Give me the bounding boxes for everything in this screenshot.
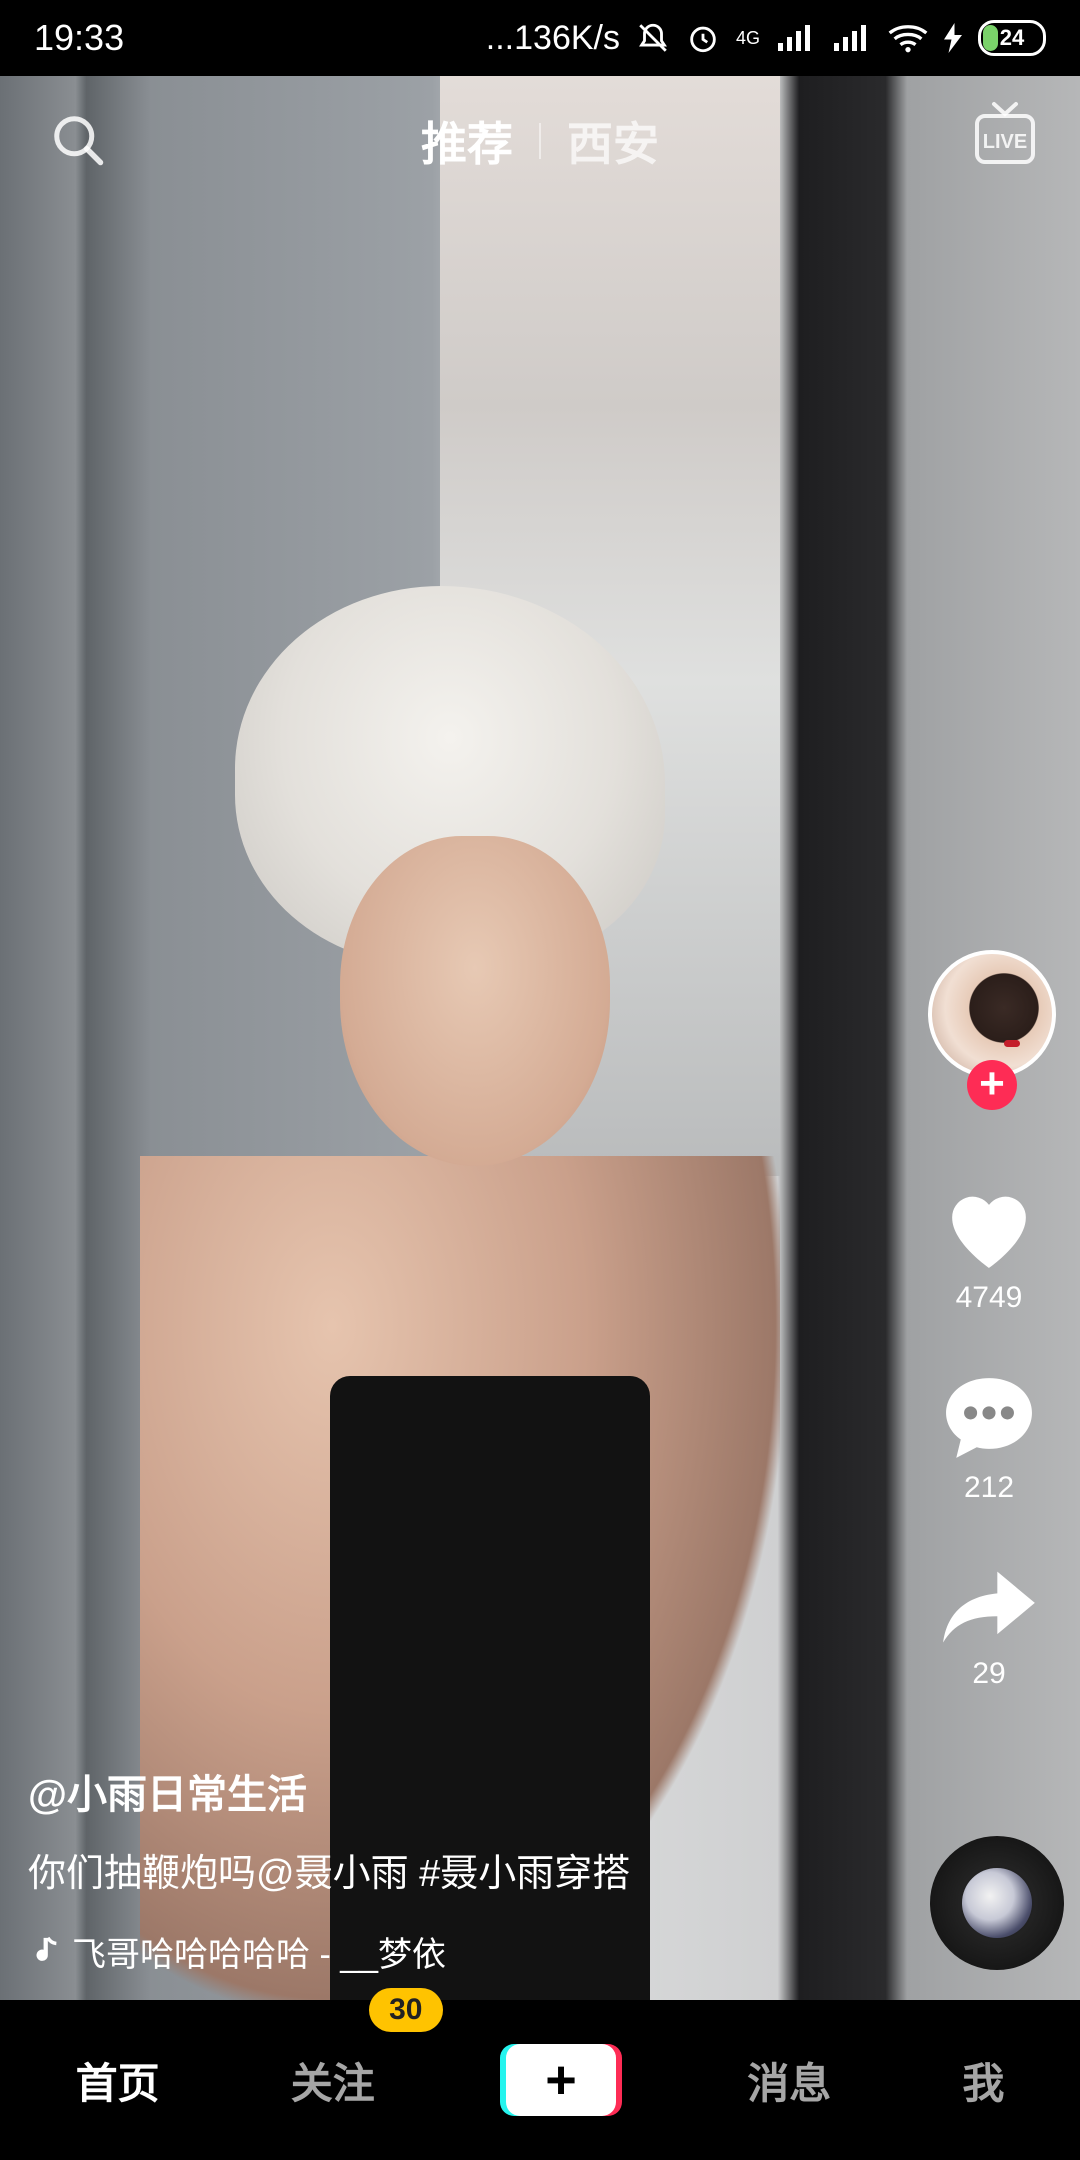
bell-muted-icon — [639, 23, 667, 52]
share-count: 29 — [972, 1657, 1006, 1690]
video-info: @小雨日常生活 你们抽鞭炮吗@聂小雨 #聂小雨穿搭 飞哥哈哈哈哈哈 - __梦依 — [28, 1762, 828, 1976]
status-time: 19:33 — [34, 17, 125, 58]
top-nav: 推荐 西安 LIVE — [0, 100, 1080, 190]
tab-local[interactable]: 西安 — [567, 108, 659, 174]
live-label: LIVE — [983, 131, 1027, 153]
create-button[interactable]: + — [506, 2044, 616, 2116]
follow-button[interactable]: + — [967, 1060, 1017, 1110]
video-frame-face — [340, 836, 610, 1166]
feed-tabs: 推荐 西安 — [0, 108, 1080, 174]
tab-home[interactable]: 首页 — [76, 2050, 160, 2111]
following-badge: 30 — [368, 1987, 443, 2032]
music-disc-cover — [962, 1868, 1032, 1938]
comment-count: 212 — [963, 1471, 1015, 1504]
plus-icon: + — [545, 2050, 577, 2110]
signal-icon-2 — [834, 25, 866, 51]
music-title: 飞哥哈哈哈哈哈 - __梦依 — [72, 1936, 447, 1974]
charging-icon — [944, 23, 962, 53]
wifi-icon — [888, 25, 928, 53]
battery-level: 24 — [999, 25, 1025, 50]
share-button[interactable]: 29 — [914, 1562, 1064, 1691]
heart-icon — [952, 1196, 1026, 1268]
like-button[interactable]: 4749 — [914, 1182, 1064, 1315]
tab-messages[interactable]: 消息 — [747, 2050, 831, 2111]
bottom-tab-bar: 首页 关注 30 + 消息 我 — [0, 1987, 1080, 2160]
signal-icon — [778, 25, 810, 51]
tab-recommend[interactable]: 推荐 — [421, 108, 513, 174]
comment-button[interactable]: 212 — [914, 1372, 1064, 1505]
share-icon — [943, 1571, 1035, 1643]
status-icons: ...136K/s 4G 24 — [486, 19, 1046, 58]
music-note-icon — [36, 1936, 57, 1961]
network-speed: ...136K/s — [485, 18, 620, 57]
tab-following-label: 关注 — [290, 2059, 375, 2107]
music-disc[interactable] — [930, 1836, 1064, 1970]
status-bar: 19:33 ...136K/s 4G 24 — [0, 0, 1080, 76]
comment-icon — [946, 1378, 1032, 1458]
live-icon[interactable]: LIVE — [974, 100, 1036, 170]
battery-icon: 24 — [978, 20, 1046, 56]
video-caption[interactable]: 你们抽鞭炮吗@聂小雨 #聂小雨穿搭 — [28, 1842, 828, 1897]
alarm-icon — [690, 26, 716, 53]
video-player[interactable] — [0, 76, 1080, 2000]
tab-following[interactable]: 关注 30 — [290, 1987, 443, 2111]
music-marquee[interactable]: 飞哥哈哈哈哈哈 - __梦依 — [28, 1927, 828, 1976]
tab-me[interactable]: 我 — [962, 2050, 1004, 2111]
author-name[interactable]: @小雨日常生活 — [28, 1762, 828, 1820]
tab-divider — [539, 123, 541, 159]
like-count: 4749 — [955, 1281, 1023, 1314]
network-type: 4G — [735, 27, 760, 48]
